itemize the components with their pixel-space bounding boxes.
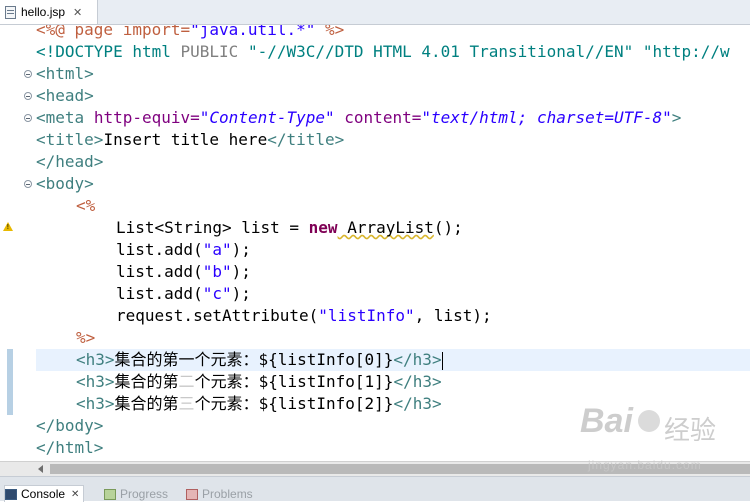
- warning-icon[interactable]: [3, 222, 13, 231]
- tab-console[interactable]: Console ✕: [4, 485, 85, 502]
- tab-progress-label: Progress: [120, 487, 169, 501]
- code-line-h3-third: <h3>集合的第三个元素：${listInfo[2]}</h3>: [76, 394, 442, 413]
- code-line-meta: <meta http-equiv="Content-Type" content=…: [36, 108, 682, 127]
- text-caret: [441, 351, 443, 370]
- code-line-list-decl: List<String> list = new ArrayList();: [116, 218, 463, 237]
- code-line-scriptlet-close: %>: [76, 328, 96, 347]
- tab-problems[interactable]: Problems: [186, 487, 253, 501]
- code-line-set-attribute: request.setAttribute("listInfo", list);: [116, 306, 492, 325]
- fold-toggle-icon[interactable]: [24, 114, 32, 122]
- code-editor[interactable]: <%@ page import="java.util.*" %> <!DOCTY…: [36, 25, 750, 461]
- code-line-body-open: <body>: [36, 174, 94, 193]
- close-icon[interactable]: ✕: [73, 6, 82, 19]
- editor-tab-bar: hello.jsp ✕: [0, 0, 750, 25]
- paw-icon: [638, 410, 660, 432]
- code-line-title: <title>Insert title here</title>: [36, 130, 345, 149]
- code-line-html-open: <html>: [36, 64, 94, 83]
- code-line-h3-first: <h3>集合的第一个元素：${listInfo[0]}</h3>: [76, 350, 443, 370]
- editor-ruler: [0, 25, 36, 461]
- code-line-body-close: </body>: [36, 416, 104, 435]
- scroll-left-arrow-icon[interactable]: [38, 465, 43, 473]
- code-line-add-a: list.add("a");: [116, 240, 251, 259]
- editor-tab-label: hello.jsp: [21, 5, 66, 19]
- jsp-file-icon: [5, 5, 16, 19]
- code-line-scriptlet-open: <%: [76, 196, 96, 215]
- editor-tab-hello-jsp[interactable]: hello.jsp ✕: [0, 0, 98, 24]
- watermark-logo: Bai: [580, 402, 633, 440]
- fold-toggle-icon[interactable]: [24, 92, 32, 100]
- watermark-text: 经验: [664, 416, 717, 446]
- code-line-add-b: list.add("b");: [116, 262, 251, 281]
- tab-progress[interactable]: Progress: [104, 487, 168, 501]
- code-line-add-c: list.add("c");: [116, 284, 251, 303]
- baidu-jingyan-watermark: Bai 经验 jingyan.baidu.com: [578, 402, 738, 492]
- fold-toggle-icon[interactable]: [24, 70, 32, 78]
- problems-icon: [186, 488, 198, 500]
- code-line-head-open: <head>: [36, 86, 94, 105]
- tab-problems-label: Problems: [202, 487, 253, 501]
- tab-console-label: Console: [21, 487, 66, 501]
- code-line-page-directive: <%@ page import="java.util.*" %>: [36, 25, 345, 39]
- code-line-doctype: <!DOCTYPE html PUBLIC "-//W3C//DTD HTML …: [36, 42, 730, 61]
- close-icon[interactable]: ✕: [71, 489, 79, 500]
- code-line-html-close: </html>: [36, 438, 104, 457]
- progress-icon: [104, 488, 116, 500]
- quick-diff-marker: [7, 349, 13, 415]
- code-line-h3-second: <h3>集合的第二个元素：${listInfo[1]}</h3>: [76, 372, 442, 391]
- watermark-url: jingyan.baidu.com: [588, 458, 702, 472]
- fold-toggle-icon[interactable]: [24, 180, 32, 188]
- code-line-head-close: </head>: [36, 152, 104, 171]
- console-icon: [5, 488, 17, 500]
